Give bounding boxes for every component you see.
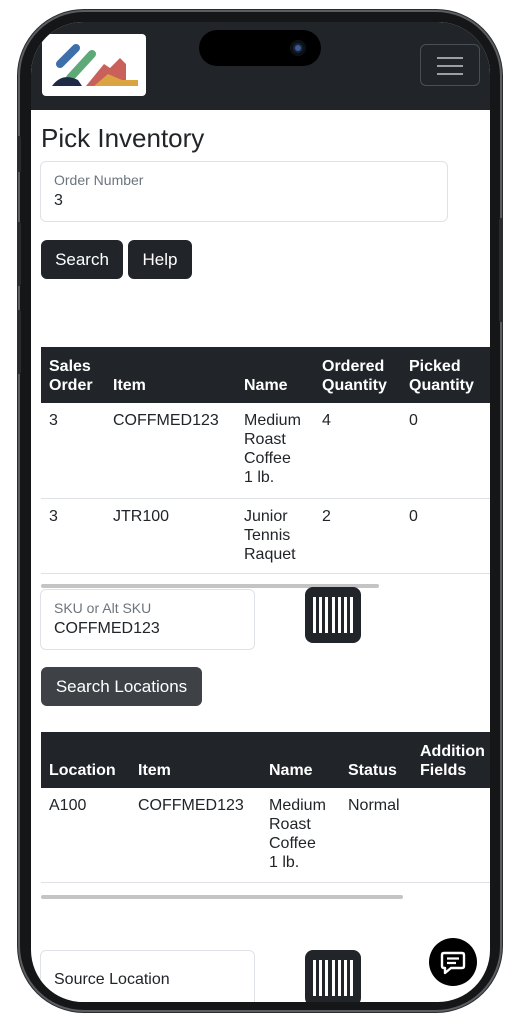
company-logo-icon bbox=[52, 44, 138, 86]
search-button[interactable]: Search bbox=[41, 240, 123, 279]
col-header-ordered-quantity: Ordered Quantity bbox=[314, 347, 401, 403]
table-row[interactable]: 3 JTR100 Junior Tennis Raquet 2 0 bbox=[41, 498, 490, 574]
cell-ordered-quantity: 4 bbox=[314, 403, 401, 499]
cell-picked-quantity: 0 bbox=[401, 498, 490, 574]
barcode-bar bbox=[344, 597, 347, 633]
col-header-name: Name bbox=[261, 732, 340, 788]
phone-side-button bbox=[17, 136, 21, 172]
scan-sku-button[interactable] bbox=[305, 587, 361, 643]
order-number-value[interactable]: 3 bbox=[54, 192, 63, 210]
barcode-bar bbox=[350, 597, 353, 633]
barcode-bar bbox=[332, 960, 335, 996]
barcode-bar bbox=[319, 597, 322, 633]
help-button[interactable]: Help bbox=[128, 240, 192, 279]
scan-source-location-button[interactable] bbox=[305, 950, 361, 1002]
col-header-sales-order: Sales Order bbox=[41, 347, 105, 403]
cell-name: Medium Roast Coffee 1 lb. bbox=[236, 403, 314, 499]
hamburger-menu-icon-bar bbox=[437, 65, 463, 67]
barcode-bar bbox=[338, 960, 341, 996]
order-number-field[interactable]: Order Number 3 bbox=[40, 161, 448, 222]
phone-volume-down bbox=[17, 310, 21, 374]
sku-field[interactable]: SKU or Alt SKU COFFMED123 bbox=[40, 589, 255, 650]
cell-item: COFFMED123 bbox=[130, 788, 261, 883]
cell-item: COFFMED123 bbox=[105, 403, 236, 499]
order-items-table: Sales Order Item Name Ordered Quantity Pic… bbox=[41, 347, 490, 574]
cell-sales-order: 3 bbox=[41, 403, 105, 499]
locations-table: Location Item Name Status Addition Fields… bbox=[41, 732, 490, 883]
col-header-name: Name bbox=[236, 347, 314, 403]
order-number-label: Order Number bbox=[54, 172, 144, 188]
barcode-bar bbox=[332, 597, 335, 633]
chat-bubble-icon bbox=[440, 951, 466, 975]
cell-name: Medium Roast Coffee 1 lb. bbox=[261, 788, 340, 883]
cell-ordered-quantity: 2 bbox=[314, 498, 401, 574]
barcode-bar bbox=[325, 597, 328, 633]
cell-sales-order: 3 bbox=[41, 498, 105, 574]
locations-table-scrollbar[interactable] bbox=[41, 895, 403, 899]
barcode-bar bbox=[338, 597, 341, 633]
cell-additional-fields bbox=[412, 788, 490, 883]
cell-picked-quantity: 0 bbox=[401, 403, 490, 499]
phone-volume-up bbox=[17, 222, 21, 286]
source-location-field[interactable]: Source Location bbox=[40, 950, 255, 1002]
cell-location: A100 bbox=[41, 788, 130, 883]
col-header-status: Status bbox=[340, 732, 412, 788]
hamburger-menu-icon bbox=[437, 57, 463, 59]
sku-value[interactable]: COFFMED123 bbox=[54, 620, 160, 638]
company-logo[interactable] bbox=[42, 34, 146, 96]
barcode-bar bbox=[344, 960, 347, 996]
hamburger-menu-icon-bar bbox=[437, 73, 463, 75]
col-header-additional-fields: Addition Fields bbox=[412, 732, 490, 788]
col-header-location: Location bbox=[41, 732, 130, 788]
barcode-bar bbox=[319, 960, 322, 996]
page-title: Pick Inventory bbox=[41, 123, 205, 153]
cell-status: Normal bbox=[340, 788, 412, 883]
phone-power-button bbox=[499, 218, 503, 322]
phone-screen: Pick Inventory Order Number 3 Search Hel… bbox=[31, 22, 490, 1002]
chat-button[interactable] bbox=[429, 938, 477, 986]
barcode-scan-icon bbox=[313, 960, 316, 996]
barcode-bar bbox=[350, 960, 353, 996]
barcode-bar bbox=[325, 960, 328, 996]
hamburger-menu-button[interactable] bbox=[420, 44, 480, 86]
front-camera bbox=[290, 40, 306, 56]
app-navbar bbox=[31, 22, 490, 110]
table-row[interactable]: A100 COFFMED123 Medium Roast Coffee 1 lb. N… bbox=[41, 788, 490, 883]
col-header-item: Item bbox=[105, 347, 236, 403]
sku-label: SKU or Alt SKU bbox=[54, 600, 152, 616]
col-header-picked-quantity: Picked Quantity bbox=[401, 347, 490, 403]
cell-item: JTR100 bbox=[105, 498, 236, 574]
search-locations-button[interactable]: Search Locations bbox=[41, 667, 202, 706]
col-header-item: Item bbox=[130, 732, 261, 788]
table-row[interactable]: 3 COFFMED123 Medium Roast Coffee 1 lb. 4 0 bbox=[41, 403, 490, 499]
barcode-scan-icon bbox=[313, 597, 316, 633]
source-location-label: Source Location bbox=[54, 971, 170, 988]
cell-name: Junior Tennis Raquet bbox=[236, 498, 314, 574]
